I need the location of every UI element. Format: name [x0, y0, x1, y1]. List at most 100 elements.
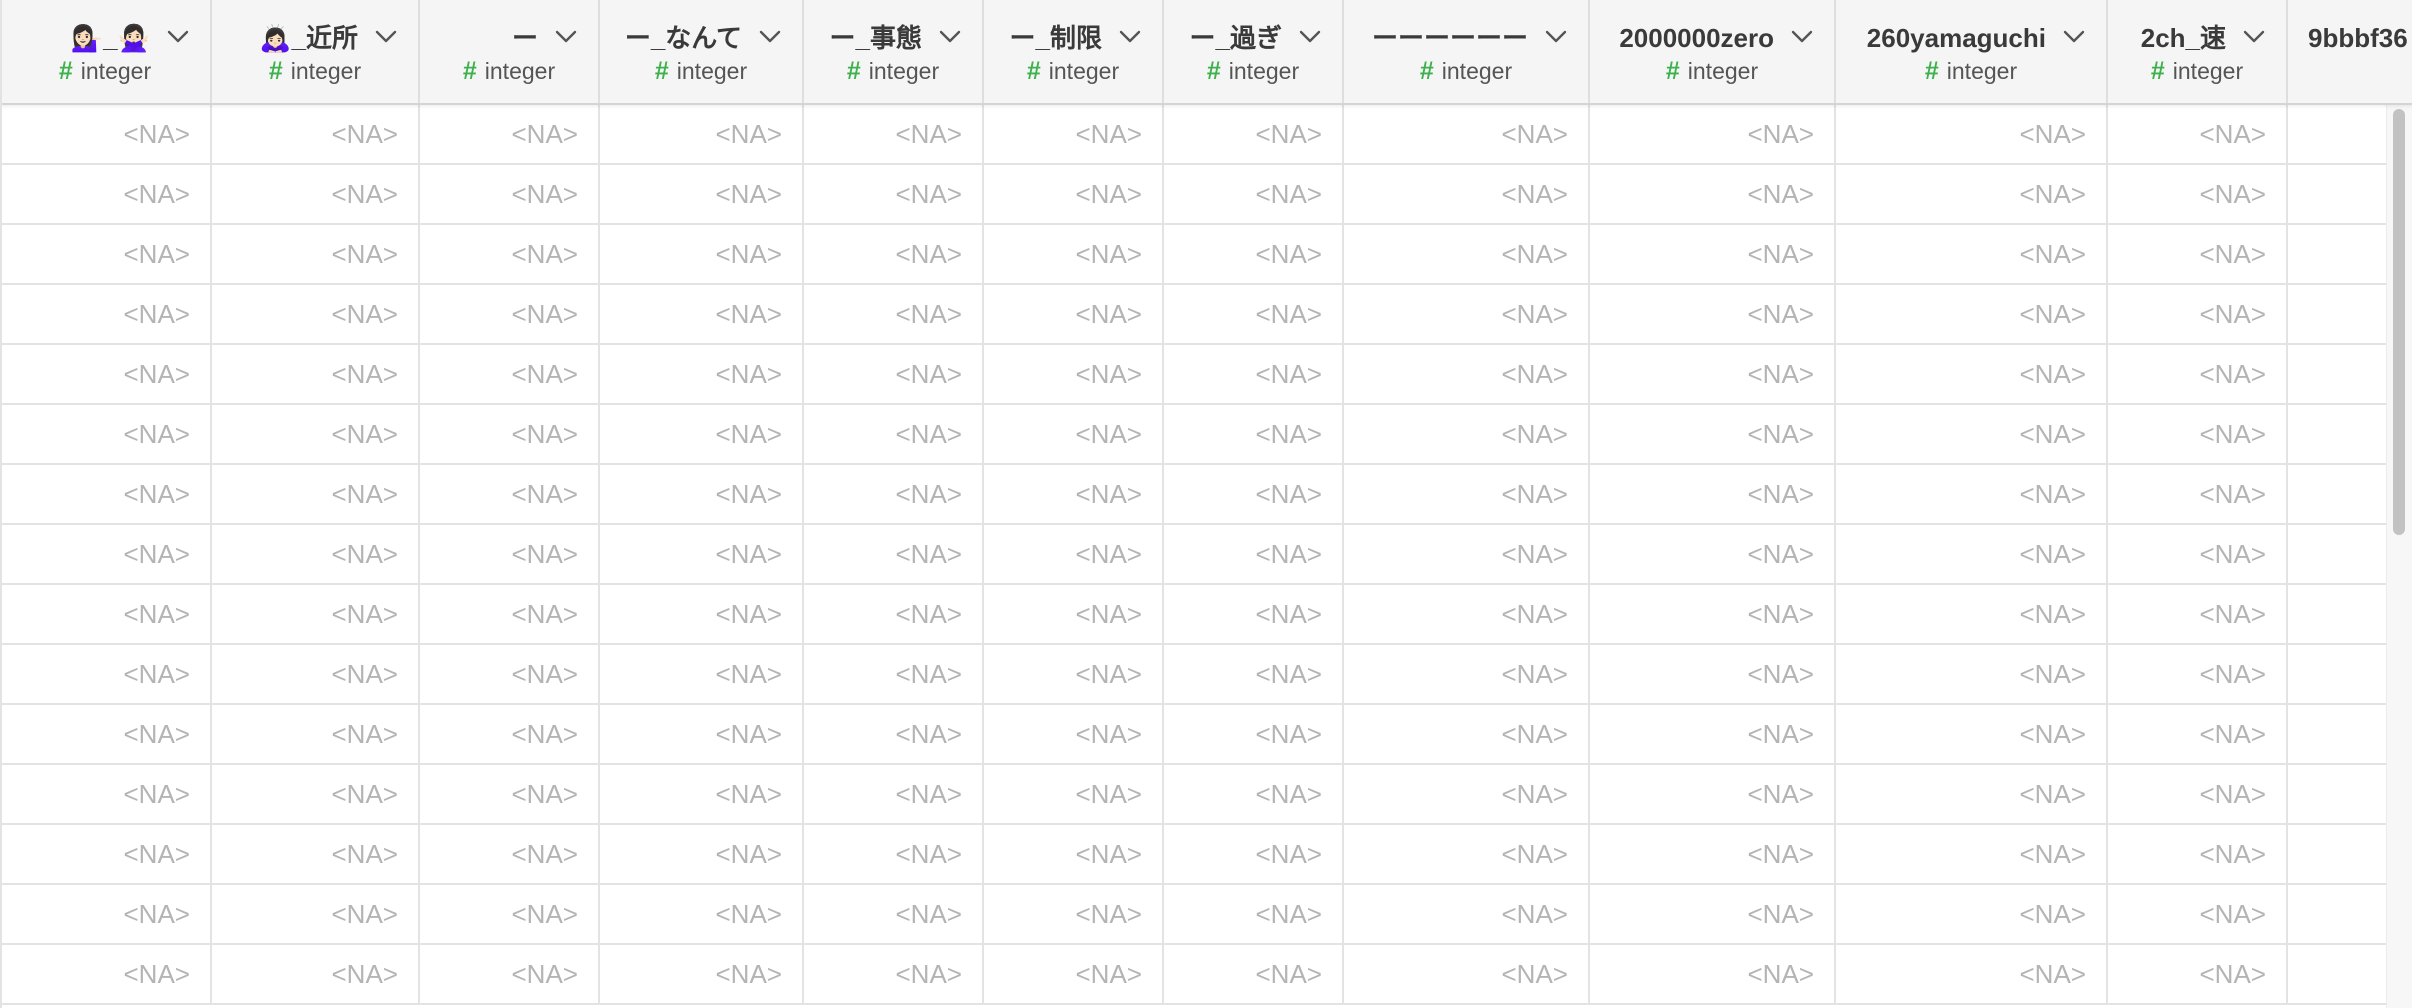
table-cell[interactable]: <NA>	[1590, 825, 1836, 885]
table-cell[interactable]: <NA>	[0, 885, 212, 945]
table-cell[interactable]: <NA>	[1344, 585, 1590, 645]
table-cell[interactable]: <NA>	[1836, 585, 2108, 645]
table-row[interactable]: <NA> <NA> <NA> <NA> <NA> <NA> <NA> <NA> <NA> <NA>…	[0, 405, 2386, 465]
table-cell[interactable]: <NA>	[212, 705, 420, 765]
table-cell[interactable]: <NA>	[804, 645, 984, 705]
table-row[interactable]: <NA> <NA> <NA> <NA> <NA> <NA> <NA> <NA> <NA> <NA>…	[0, 825, 2386, 885]
table-cell[interactable]: <NA>	[1344, 525, 1590, 585]
chevron-down-icon[interactable]	[1296, 22, 1324, 50]
column-header[interactable]: 2000000zero # integer	[1590, 0, 1836, 103]
table-cell[interactable]: <NA>	[1164, 465, 1344, 525]
table-cell[interactable]	[2288, 825, 2386, 885]
table-cell[interactable]: <NA>	[1344, 945, 1590, 1005]
table-cell[interactable]	[2288, 885, 2386, 945]
column-header[interactable]: ー # integer	[420, 0, 600, 103]
table-cell[interactable]: <NA>	[212, 825, 420, 885]
table-cell[interactable]: <NA>	[1836, 945, 2108, 1005]
table-cell[interactable]: <NA>	[1344, 825, 1590, 885]
table-cell[interactable]	[2288, 585, 2386, 645]
table-cell[interactable]: <NA>	[1590, 945, 1836, 1005]
table-cell[interactable]: <NA>	[420, 345, 600, 405]
table-cell[interactable]: <NA>	[2108, 585, 2288, 645]
table-cell[interactable]: <NA>	[600, 945, 804, 1005]
table-cell[interactable]: <NA>	[984, 585, 1164, 645]
table-cell[interactable]: <NA>	[600, 885, 804, 945]
table-cell[interactable]: <NA>	[0, 825, 212, 885]
table-cell[interactable]: <NA>	[1164, 165, 1344, 225]
table-cell[interactable]: <NA>	[0, 585, 212, 645]
table-cell[interactable]: <NA>	[420, 105, 600, 165]
chevron-down-icon[interactable]	[164, 22, 192, 50]
table-cell[interactable]: <NA>	[1344, 405, 1590, 465]
table-cell[interactable]: <NA>	[804, 525, 984, 585]
table-cell[interactable]: <NA>	[1590, 345, 1836, 405]
table-cell[interactable]: <NA>	[0, 105, 212, 165]
table-cell[interactable]: <NA>	[1164, 345, 1344, 405]
table-cell[interactable]: <NA>	[1164, 885, 1344, 945]
column-header[interactable]: ーーーーーー # integer	[1344, 0, 1590, 103]
column-header[interactable]: 260yamaguchi # integer	[1836, 0, 2108, 103]
table-cell[interactable]: <NA>	[2108, 825, 2288, 885]
table-cell[interactable]: <NA>	[212, 645, 420, 705]
table-cell[interactable]: <NA>	[804, 225, 984, 285]
table-cell[interactable]	[2288, 945, 2386, 1005]
table-cell[interactable]: <NA>	[600, 525, 804, 585]
table-cell[interactable]: <NA>	[600, 645, 804, 705]
table-cell[interactable]: <NA>	[0, 465, 212, 525]
table-cell[interactable]: <NA>	[0, 525, 212, 585]
table-cell[interactable]: <NA>	[420, 585, 600, 645]
table-cell[interactable]	[2288, 345, 2386, 405]
table-row[interactable]: <NA> <NA> <NA> <NA> <NA> <NA> <NA> <NA> <NA> <NA>…	[0, 225, 2386, 285]
table-cell[interactable]: <NA>	[984, 285, 1164, 345]
table-cell[interactable]: <NA>	[212, 345, 420, 405]
table-cell[interactable]: <NA>	[1590, 405, 1836, 465]
table-cell[interactable]: <NA>	[1836, 225, 2108, 285]
table-cell[interactable]: <NA>	[1836, 345, 2108, 405]
table-cell[interactable]: <NA>	[212, 945, 420, 1005]
table-cell[interactable]: <NA>	[984, 645, 1164, 705]
table-cell[interactable]: <NA>	[2108, 885, 2288, 945]
table-cell[interactable]: <NA>	[212, 585, 420, 645]
table-cell[interactable]: <NA>	[984, 405, 1164, 465]
table-cell[interactable]: <NA>	[600, 225, 804, 285]
table-cell[interactable]: <NA>	[600, 585, 804, 645]
table-cell[interactable]: <NA>	[1836, 525, 2108, 585]
table-cell[interactable]	[2288, 465, 2386, 525]
column-header[interactable]: ー_過ぎ # integer	[1164, 0, 1344, 103]
table-cell[interactable]	[2288, 525, 2386, 585]
table-cell[interactable]: <NA>	[984, 165, 1164, 225]
table-cell[interactable]: <NA>	[2108, 405, 2288, 465]
table-cell[interactable]: <NA>	[2108, 165, 2288, 225]
table-cell[interactable]: <NA>	[1836, 825, 2108, 885]
table-row[interactable]: <NA> <NA> <NA> <NA> <NA> <NA> <NA> <NA> <NA> <NA>…	[0, 345, 2386, 405]
table-cell[interactable]: <NA>	[1344, 165, 1590, 225]
table-cell[interactable]: <NA>	[1590, 225, 1836, 285]
table-cell[interactable]: <NA>	[984, 945, 1164, 1005]
chevron-down-icon[interactable]	[372, 22, 400, 50]
table-cell[interactable]: <NA>	[1836, 165, 2108, 225]
vertical-scrollbar[interactable]	[2386, 105, 2412, 1008]
table-cell[interactable]: <NA>	[1836, 285, 2108, 345]
table-row[interactable]: <NA> <NA> <NA> <NA> <NA> <NA> <NA> <NA> <NA> <NA>…	[0, 885, 2386, 945]
table-row[interactable]: <NA> <NA> <NA> <NA> <NA> <NA> <NA> <NA> <NA> <NA>…	[0, 705, 2386, 765]
vertical-scrollbar-thumb[interactable]	[2393, 109, 2405, 535]
table-cell[interactable]: <NA>	[1164, 285, 1344, 345]
table-cell[interactable]: <NA>	[420, 825, 600, 885]
column-header[interactable]: ー_なんて # integer	[600, 0, 804, 103]
table-cell[interactable]: <NA>	[1590, 645, 1836, 705]
table-cell[interactable]: <NA>	[420, 405, 600, 465]
table-cell[interactable]: <NA>	[804, 765, 984, 825]
table-cell[interactable]: <NA>	[984, 345, 1164, 405]
column-header[interactable]: 9bbbf36	[2288, 0, 2412, 103]
table-row[interactable]: <NA> <NA> <NA> <NA> <NA> <NA> <NA> <NA> <NA> <NA>…	[0, 585, 2386, 645]
column-header[interactable]: ー_事態 # integer	[804, 0, 984, 103]
table-cell[interactable]: <NA>	[2108, 285, 2288, 345]
column-header[interactable]: 🙇🏻‍♀️_近所 # integer	[212, 0, 420, 103]
table-cell[interactable]: <NA>	[0, 165, 212, 225]
table-cell[interactable]	[2288, 165, 2386, 225]
table-cell[interactable]: <NA>	[1164, 585, 1344, 645]
table-cell[interactable]: <NA>	[1344, 105, 1590, 165]
table-cell[interactable]: <NA>	[2108, 525, 2288, 585]
table-cell[interactable]: <NA>	[1590, 165, 1836, 225]
table-cell[interactable]: <NA>	[1164, 525, 1344, 585]
